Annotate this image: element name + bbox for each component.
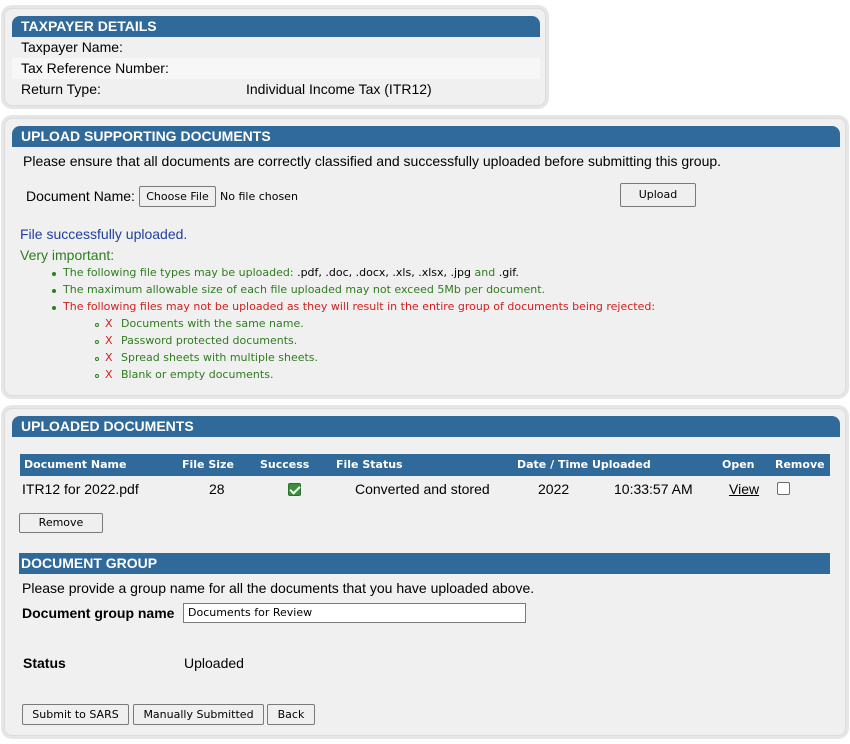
remove-button[interactable]: Remove — [19, 513, 103, 533]
uploaded-table-header: Document Name File Size Success File Sta… — [20, 454, 830, 476]
very-important-label: Very important: — [20, 247, 115, 263]
col-file-status: File Status — [336, 458, 403, 471]
row-upload-date: 2022 — [538, 481, 570, 497]
status-label: Status — [23, 655, 66, 671]
rejected1-bullet — [95, 323, 99, 327]
upload-documents-panel: UPLOAD SUPPORTING DOCUMENTS Please ensur… — [4, 118, 846, 396]
upload-button[interactable]: Upload — [620, 183, 696, 207]
submit-to-sars-button[interactable]: Submit to SARS — [22, 704, 129, 725]
upload-instruction: Please ensure that all documents are cor… — [23, 153, 722, 169]
return-type-label: Return Type: — [21, 81, 101, 97]
col-success: Success — [260, 458, 310, 471]
rejected4-bullet — [95, 374, 99, 378]
group-instruction: Please provide a group name for all the … — [22, 580, 535, 596]
rule3-bullet — [52, 306, 56, 310]
col-remove: Remove — [775, 458, 825, 471]
taxpayer-name-label: Taxpayer Name: — [21, 39, 123, 55]
col-date-time: Date / Time Uploaded — [517, 458, 651, 471]
rejected-password: Password protected documents. — [121, 334, 298, 347]
row-document-name: ITR12 for 2022.pdf — [22, 481, 139, 497]
taxpayer-details-panel: TAXPAYER DETAILS Taxpayer Name: Tax Refe… — [4, 8, 546, 106]
status-value: Uploaded — [184, 655, 244, 671]
rule1-types: .pdf, .doc, .docx, .xls, .xlsx, .jpg — [297, 266, 472, 279]
document-group-header: DOCUMENT GROUP — [19, 553, 830, 574]
remove-checkbox[interactable] — [777, 482, 790, 495]
row-file-status: Converted and stored — [355, 481, 490, 497]
group-name-label: Document group name — [22, 605, 175, 621]
back-button[interactable]: Back — [267, 704, 315, 725]
col-document-name: Document Name — [24, 458, 127, 471]
rule2-bullet — [52, 289, 56, 293]
table-row: ITR12 for 2022.pdf 28 Converted and stor… — [20, 478, 830, 500]
rule1-and: and — [471, 266, 499, 279]
no-file-chosen-text: No file chosen — [220, 190, 298, 203]
upload-success-message: File successfully uploaded. — [20, 226, 188, 242]
rejected3-bullet — [95, 357, 99, 361]
row-file-size: 28 — [209, 481, 225, 497]
tax-reference-row: Tax Reference Number: — [12, 58, 540, 79]
col-open: Open — [722, 458, 755, 471]
x-mark-icon: X — [105, 317, 113, 330]
upload-documents-header: UPLOAD SUPPORTING DOCUMENTS — [12, 126, 840, 147]
rule1-prefix: The following file types may be uploaded… — [63, 266, 298, 279]
choose-file-button[interactable]: Choose File — [139, 186, 216, 207]
uploaded-documents-panel: UPLOADED DOCUMENTS Document Name File Si… — [4, 408, 846, 736]
taxpayer-name-row: Taxpayer Name: — [12, 37, 540, 58]
uploaded-documents-header: UPLOADED DOCUMENTS — [12, 416, 840, 437]
document-name-label: Document Name: — [26, 188, 135, 204]
rule-file-types: The following file types may be uploaded… — [63, 266, 519, 279]
rule1-bullet — [52, 272, 56, 276]
rejected-spreadsheets: Spread sheets with multiple sheets. — [121, 351, 319, 364]
manually-submitted-button[interactable]: Manually Submitted — [133, 704, 264, 725]
col-file-size: File Size — [182, 458, 234, 471]
group-name-input[interactable]: Documents for Review — [183, 603, 526, 623]
rule-rejected-files: The following files may not be uploaded … — [63, 300, 656, 313]
return-type-value: Individual Income Tax (ITR12) — [246, 81, 432, 97]
rejected-blank: Blank or empty documents. — [121, 368, 274, 381]
return-type-row: Return Type: Individual Income Tax (ITR1… — [12, 79, 540, 100]
x-mark-icon: X — [105, 368, 113, 381]
x-mark-icon: X — [105, 334, 113, 347]
success-check-icon — [288, 483, 301, 496]
row-upload-time: 10:33:57 AM — [614, 481, 693, 497]
x-mark-icon: X — [105, 351, 113, 364]
view-link[interactable]: View — [729, 478, 759, 500]
rejected2-bullet — [95, 340, 99, 344]
tax-reference-label: Tax Reference Number: — [21, 60, 169, 76]
rule1-last: .gif. — [498, 266, 519, 279]
rejected-same-name: Documents with the same name. — [121, 317, 304, 330]
rule-max-size: The maximum allowable size of each file … — [63, 283, 546, 296]
taxpayer-details-header: TAXPAYER DETAILS — [12, 16, 540, 37]
